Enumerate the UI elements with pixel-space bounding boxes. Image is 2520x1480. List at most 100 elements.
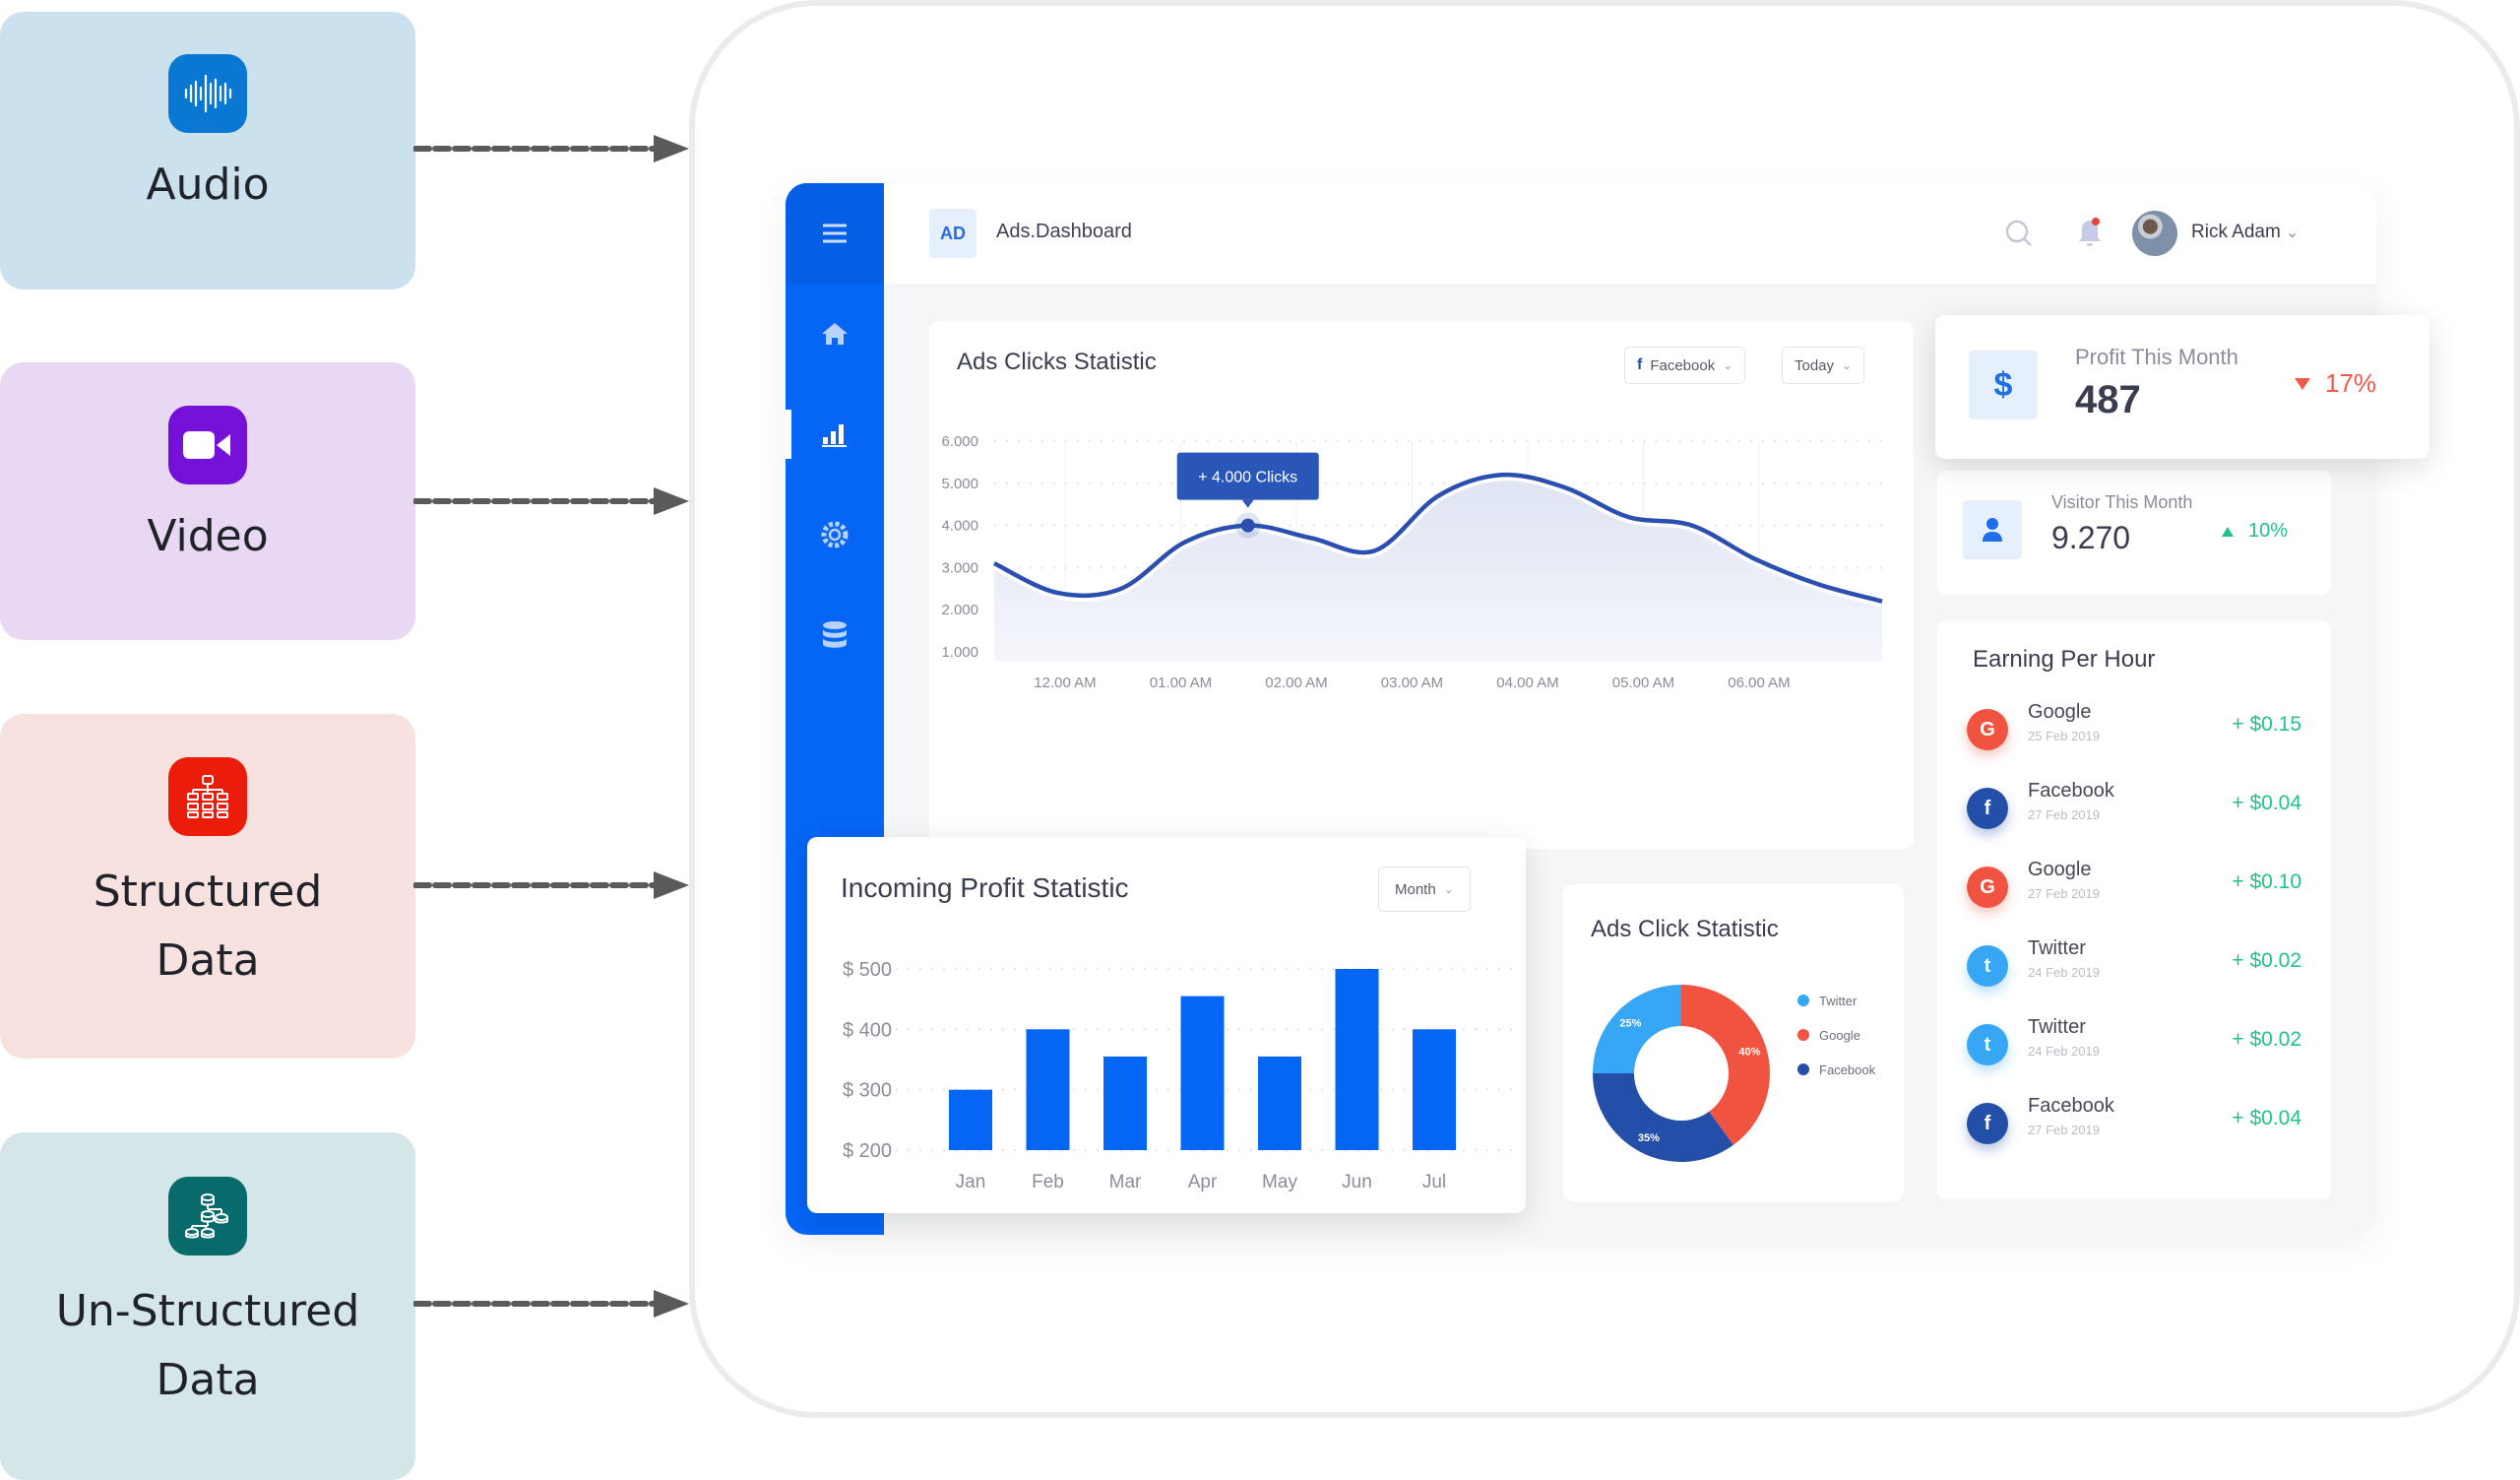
legend-label: Google xyxy=(1819,1028,1860,1043)
y-tick-label: 6.000 xyxy=(941,433,978,450)
earning-amount: + $0.10 xyxy=(2232,870,2301,893)
earning-date: 27 Feb 2019 xyxy=(2028,1123,2101,1137)
earning-list-item[interactable]: t Twitter 24 Feb 2019 + $0.02 xyxy=(1967,937,2301,997)
earning-source: Google xyxy=(2028,859,2092,880)
y-tick-label: 4.000 xyxy=(941,518,978,535)
triangle-down-icon xyxy=(2295,377,2310,390)
source-label: Audio xyxy=(146,160,270,210)
sidebar-item-settings[interactable] xyxy=(786,484,884,585)
kpi-delta-value: 10% xyxy=(2248,520,2289,542)
tooltip-text: + 4.000 Clicks xyxy=(1198,470,1297,486)
donut-chart: 40% 35% 25% Twitter Google Facebook xyxy=(1593,985,1876,1162)
bar[interactable] xyxy=(1026,1029,1070,1150)
earning-date: 27 Feb 2019 xyxy=(2028,886,2101,901)
home-icon xyxy=(822,323,848,345)
tooltip-pointer xyxy=(1241,499,1254,508)
database-icon xyxy=(823,621,847,648)
sidebar-menu-button[interactable] xyxy=(786,183,884,284)
bar[interactable] xyxy=(1413,1029,1456,1150)
ads-click-statistic-card: Ads Click Statistic 40% 35% 25% Twitter Goog… xyxy=(1563,884,1904,1201)
kpi-value: 9.270 xyxy=(2051,520,2131,555)
source-label-line: Structured xyxy=(93,867,323,917)
sidebar-item-database[interactable] xyxy=(786,585,884,685)
earning-source: Twitter xyxy=(2028,1016,2086,1038)
legend-marker xyxy=(1797,1063,1809,1075)
bar[interactable] xyxy=(1103,1056,1147,1150)
notification-bell-icon[interactable] xyxy=(2077,217,2103,248)
bar[interactable] xyxy=(1335,969,1379,1150)
legend-marker xyxy=(1797,995,1809,1006)
earning-amount: + $0.02 xyxy=(2232,949,2301,972)
y-tick-label: $ 300 xyxy=(843,1080,892,1102)
y-tick-label: 2.000 xyxy=(941,602,978,618)
twitter-icon: t xyxy=(1967,1024,2008,1065)
facebook-icon: f xyxy=(1967,788,2008,829)
incoming-profit-statistic-card: Incoming Profit Statistic Month ⌄ $ 200 $… xyxy=(807,837,1526,1213)
bar[interactable] xyxy=(1180,996,1225,1150)
user-avatar[interactable] xyxy=(2132,211,2177,256)
earning-list-item[interactable]: G Google 25 Feb 2019 + $0.15 xyxy=(1967,701,2301,760)
user-icon xyxy=(1963,500,2022,559)
earning-list-item[interactable]: f Facebook 27 Feb 2019 + $0.04 xyxy=(1967,780,2301,839)
x-tick-label: 04.00 AM xyxy=(1496,675,1558,691)
ads-clicks-statistic-card: Ads Clicks Statistic f Facebook ⌄ Today … xyxy=(929,321,1914,849)
card-title: Earning Per Hour xyxy=(1973,646,2156,673)
earning-list-item[interactable]: G Google 27 Feb 2019 + $0.10 xyxy=(1967,859,2301,918)
y-tick-label: 1.000 xyxy=(941,644,978,661)
source-label-line: Data xyxy=(156,1355,260,1405)
arrow-unstructured-to-dashboard xyxy=(413,1290,689,1318)
bar[interactable] xyxy=(1258,1056,1301,1150)
profit-this-month-card: $ Profit This Month 487 17% xyxy=(1935,315,2429,459)
kpi-label: Visitor This Month xyxy=(2051,492,2193,512)
x-tick-label: Jan xyxy=(956,1172,986,1192)
user-name[interactable]: Rick Adam xyxy=(2191,222,2281,243)
earning-amount: + $0.02 xyxy=(2232,1028,2301,1051)
earning-source: Twitter xyxy=(2028,937,2086,959)
earning-amount: + $0.04 xyxy=(2232,792,2301,814)
structured-hierarchy-icon xyxy=(168,757,247,836)
sidebar-item-statistics[interactable] xyxy=(786,384,884,484)
sidebar-item-home[interactable] xyxy=(786,284,884,384)
earning-date: 25 Feb 2019 xyxy=(2028,729,2101,743)
google-icon: G xyxy=(1967,867,2008,908)
y-tick-label: $ 400 xyxy=(843,1019,892,1041)
facebook-icon: f xyxy=(1967,1103,2008,1144)
line-chart: 1.000 2.000 3.000 4.000 5.000 6.000 12.00 AM 01… xyxy=(941,433,1884,691)
x-tick-label: 02.00 AM xyxy=(1265,675,1327,691)
earning-amount: + $0.15 xyxy=(2232,713,2301,736)
highlight-point[interactable] xyxy=(1240,518,1255,533)
bar[interactable] xyxy=(949,1089,992,1150)
logo-badge: AD xyxy=(929,209,976,258)
menu-icon xyxy=(823,224,847,243)
earning-list-item[interactable]: t Twitter 24 Feb 2019 + $0.02 xyxy=(1967,1016,2301,1075)
x-tick-label: Apr xyxy=(1188,1172,1218,1192)
top-bar: AD Ads.Dashboard Rick Adam ⌄ xyxy=(884,183,2376,284)
earning-date: 24 Feb 2019 xyxy=(2028,1044,2101,1059)
arrow-audio-to-dashboard xyxy=(413,135,689,162)
google-icon: G xyxy=(1967,709,2008,750)
source-card-video: Video xyxy=(0,362,415,640)
earning-source: Facebook xyxy=(2028,780,2114,802)
earning-date: 24 Feb 2019 xyxy=(2028,965,2101,980)
settings-gear-icon xyxy=(821,521,849,548)
x-tick-label: 12.00 AM xyxy=(1034,675,1096,691)
earning-per-hour-card: Earning Per Hour G Google 25 Feb 2019 + $0.… xyxy=(1937,620,2331,1199)
legend-label: Facebook xyxy=(1819,1062,1876,1077)
x-tick-label: May xyxy=(1262,1172,1297,1192)
donut-slice[interactable] xyxy=(1593,1073,1733,1162)
y-tick-label: 5.000 xyxy=(941,476,978,492)
unstructured-database-tree-icon xyxy=(168,1177,247,1255)
source-card-structured-data: Structured Data xyxy=(0,714,415,1059)
app-title: Ads.Dashboard xyxy=(996,221,1132,242)
arrow-video-to-dashboard xyxy=(413,487,689,515)
search-icon[interactable] xyxy=(2004,219,2034,248)
x-tick-label: 06.00 AM xyxy=(1728,675,1790,691)
source-label: Un-Structured Data xyxy=(56,1277,360,1415)
x-tick-label: Mar xyxy=(1109,1172,1142,1192)
triangle-up-icon xyxy=(2222,526,2234,537)
kpi-delta: 17% xyxy=(2294,368,2376,399)
earning-list-item[interactable]: f Facebook 27 Feb 2019 + $0.04 xyxy=(1967,1095,2301,1154)
x-tick-label: 01.00 AM xyxy=(1150,675,1212,691)
user-menu-chevron-icon[interactable]: ⌄ xyxy=(2286,223,2299,242)
kpi-delta-value: 17% xyxy=(2325,368,2377,398)
